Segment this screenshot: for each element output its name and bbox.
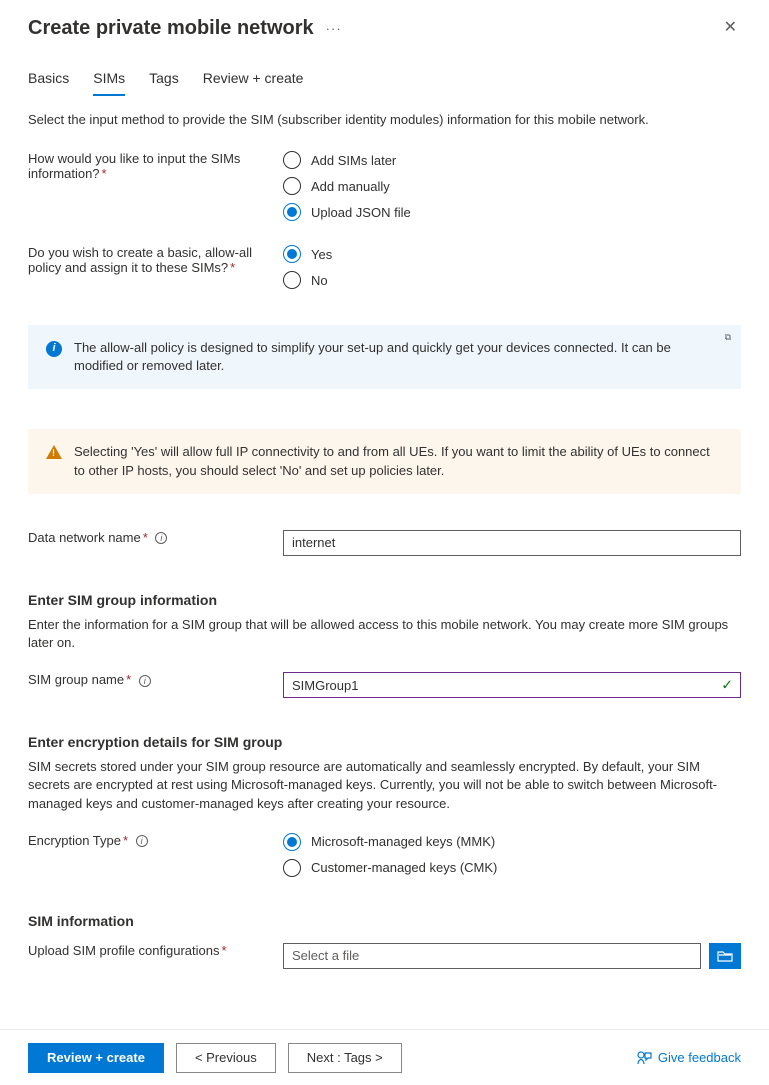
encryption-radio-group: Microsoft-managed keys (MMK) Customer-ma… <box>283 833 741 877</box>
feedback-icon <box>636 1050 652 1066</box>
tab-review[interactable]: Review + create <box>203 70 304 96</box>
check-icon: ✓ <box>721 677 733 694</box>
data-network-input[interactable] <box>283 530 741 556</box>
previous-button[interactable]: < Previous <box>176 1043 276 1073</box>
give-feedback-link[interactable]: Give feedback <box>636 1050 741 1066</box>
info-icon: i <box>46 341 62 375</box>
tab-bar: Basics SIMs Tags Review + create <box>28 70 741 96</box>
sim-info-title: SIM information <box>28 913 741 929</box>
info-tooltip-icon[interactable]: i <box>136 835 148 847</box>
radio-allow-yes[interactable]: Yes <box>283 245 741 263</box>
encryption-type-label: Encryption Type* i <box>28 833 283 877</box>
sim-group-title: Enter SIM group information <box>28 592 741 608</box>
tab-sims[interactable]: SIMs <box>93 70 125 96</box>
tab-basics[interactable]: Basics <box>28 70 69 96</box>
data-network-label: Data network name* i <box>28 530 283 556</box>
input-method-label: How would you like to input the SIMs inf… <box>28 151 283 221</box>
info-tooltip-icon[interactable]: i <box>139 675 151 687</box>
upload-sim-label: Upload SIM profile configurations* <box>28 943 283 969</box>
radio-add-later[interactable]: Add SIMs later <box>283 151 741 169</box>
encryption-desc: SIM secrets stored under your SIM group … <box>28 758 741 813</box>
browse-file-button[interactable] <box>709 943 741 969</box>
more-icon[interactable]: ··· <box>326 21 342 36</box>
radio-add-manually[interactable]: Add manually <box>283 177 741 195</box>
allow-all-label: Do you wish to create a basic, allow-all… <box>28 245 283 289</box>
intro-text: Select the input method to provide the S… <box>28 112 741 127</box>
radio-upload-json[interactable]: Upload JSON file <box>283 203 741 221</box>
info-tooltip-icon[interactable]: i <box>155 532 167 544</box>
radio-mmk[interactable]: Microsoft-managed keys (MMK) <box>283 833 741 851</box>
info-callout: i The allow-all policy is designed to si… <box>28 325 741 389</box>
sim-group-desc: Enter the information for a SIM group th… <box>28 616 741 652</box>
footer-bar: Review + create < Previous Next : Tags >… <box>0 1029 769 1085</box>
radio-cmk[interactable]: Customer-managed keys (CMK) <box>283 859 741 877</box>
sim-group-name-input[interactable] <box>283 672 741 698</box>
review-create-button[interactable]: Review + create <box>28 1043 164 1073</box>
radio-allow-no[interactable]: No <box>283 271 741 289</box>
page-title: Create private mobile network <box>28 17 314 40</box>
input-method-radio-group: Add SIMs later Add manually Upload JSON … <box>283 151 741 221</box>
encryption-title: Enter encryption details for SIM group <box>28 734 741 750</box>
next-button[interactable]: Next : Tags > <box>288 1043 402 1073</box>
file-select-input[interactable]: Select a file <box>283 943 701 969</box>
folder-icon <box>717 949 733 963</box>
tab-tags[interactable]: Tags <box>149 70 179 96</box>
close-icon[interactable]: ✕ <box>720 16 741 40</box>
sim-group-name-label: SIM group name* i <box>28 672 283 698</box>
allow-all-radio-group: Yes No <box>283 245 741 289</box>
warning-icon <box>46 445 62 479</box>
external-link-icon[interactable]: ⧉ <box>725 331 731 344</box>
warning-callout: Selecting 'Yes' will allow full IP conne… <box>28 429 741 493</box>
